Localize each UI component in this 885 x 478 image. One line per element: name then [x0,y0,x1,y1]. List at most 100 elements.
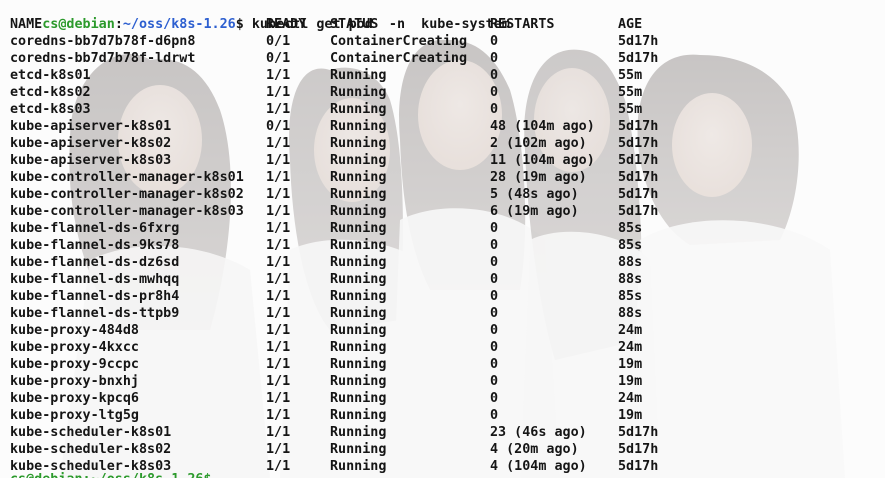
pod-age: 55m [618,102,643,117]
pod-status: Running [330,204,387,219]
pod-name: coredns-bb7d7b78f-ldrwt [10,51,196,66]
pod-ready: 1/1 [266,187,291,202]
header-age: AGE [618,17,643,32]
pod-age: 85s [618,221,643,236]
pod-ready: 1/1 [266,306,291,321]
pod-name: kube-flannel-ds-pr8h4 [10,289,180,304]
pod-name: kube-scheduler-k8s01 [10,425,172,440]
pod-age: 5d17h [618,170,659,185]
pod-restarts: 0 [490,408,499,423]
pod-ready: 1/1 [266,442,291,457]
pod-restarts: 0 [490,323,499,338]
pod-status: Running [330,170,387,185]
pod-restarts: 0 [490,238,499,253]
pod-name: kube-controller-manager-k8s03 [10,204,244,219]
pod-status: Running [330,119,387,134]
pod-status: Running [330,102,387,117]
next-prompt-partial: cs@debian:~/oss/k8s-1.26$ [10,471,212,478]
pod-ready: 1/1 [266,340,291,355]
pod-ready: 0/1 [266,51,291,66]
pod-restarts: 0 [490,85,499,100]
pod-status: Running [330,323,387,338]
pod-status: Running [330,340,387,355]
pod-status: Running [330,272,387,287]
header-status: STATUS [330,17,379,32]
pod-ready: 1/1 [266,136,291,151]
pod-status: Running [330,221,387,236]
pod-age: 19m [618,357,643,372]
prompt-separator: : [114,17,123,32]
terminal-window[interactable]: cs@debian:~/oss/k8s-1.26$ kubectl get po… [0,0,885,478]
pod-restarts: 0 [490,272,499,287]
pod-ready: 1/1 [266,323,291,338]
pod-age: 5d17h [618,187,659,202]
pod-ready: 1/1 [266,425,291,440]
pod-restarts: 6 (19m ago) [490,204,579,219]
pod-ready: 1/1 [266,459,291,474]
header-ready: READY [266,17,307,32]
pod-age: 5d17h [618,204,659,219]
pod-restarts: 0 [490,357,499,372]
pod-age: 88s [618,306,643,321]
pod-status: Running [330,374,387,389]
pod-age: 55m [618,85,643,100]
header-name: NAME [10,17,43,32]
pod-ready: 1/1 [266,221,291,236]
pod-age: 5d17h [618,459,659,474]
pod-status: Running [330,136,387,151]
pod-age: 5d17h [618,425,659,440]
pod-name: etcd-k8s01 [10,68,91,83]
pod-restarts: 2 (102m ago) [490,136,587,151]
pod-name: kube-apiserver-k8s03 [10,153,172,168]
pod-age: 85s [618,289,643,304]
pod-name: kube-controller-manager-k8s02 [10,187,244,202]
pod-ready: 1/1 [266,272,291,287]
pod-restarts: 11 (104m ago) [490,153,595,168]
pod-status: Running [330,153,387,168]
pod-restarts: 4 (104m ago) [490,459,587,474]
pod-name: etcd-k8s02 [10,85,91,100]
prompt-working-directory: ~/oss/k8s-1.26 [122,17,236,32]
pod-status: ContainerCreating [330,34,468,49]
pod-status: Running [330,85,387,100]
pod-restarts: 0 [490,289,499,304]
pod-status: Running [330,442,387,457]
pod-age: 5d17h [618,34,659,49]
pod-restarts: 0 [490,51,499,66]
pod-status: Running [330,357,387,372]
pod-name: coredns-bb7d7b78f-d6pn8 [10,34,196,49]
pod-ready: 0/1 [266,34,291,49]
pod-name: kube-flannel-ds-6fxrg [10,221,180,236]
header-restarts: RESTARTS [490,17,555,32]
pod-restarts: 0 [490,391,499,406]
prompt-user-host: cs@debian [42,17,115,32]
pod-name: kube-proxy-4kxcc [10,340,139,355]
pod-ready: 1/1 [266,289,291,304]
pod-age: 5d17h [618,442,659,457]
pod-age: 85s [618,238,643,253]
pod-restarts: 0 [490,68,499,83]
pod-name: kube-proxy-bnxhj [10,374,139,389]
pod-status: Running [330,408,387,423]
pod-age: 24m [618,391,643,406]
pod-age: 55m [618,68,643,83]
pod-name: etcd-k8s03 [10,102,91,117]
pod-status: Running [330,425,387,440]
pod-restarts: 23 (46s ago) [490,425,587,440]
pod-restarts: 0 [490,340,499,355]
pod-ready: 1/1 [266,255,291,270]
pod-ready: 1/1 [266,238,291,253]
pod-status: ContainerCreating [330,51,468,66]
pod-age: 24m [618,323,643,338]
pod-name: kube-apiserver-k8s02 [10,136,172,151]
pod-status: Running [330,255,387,270]
pod-status: Running [330,306,387,321]
pod-status: Running [330,68,387,83]
pod-ready: 1/1 [266,357,291,372]
pod-ready: 1/1 [266,68,291,83]
pod-status: Running [330,459,387,474]
pod-ready: 1/1 [266,204,291,219]
pod-restarts: 0 [490,34,499,49]
pod-status: Running [330,391,387,406]
pod-name: kube-flannel-ds-dz6sd [10,255,180,270]
